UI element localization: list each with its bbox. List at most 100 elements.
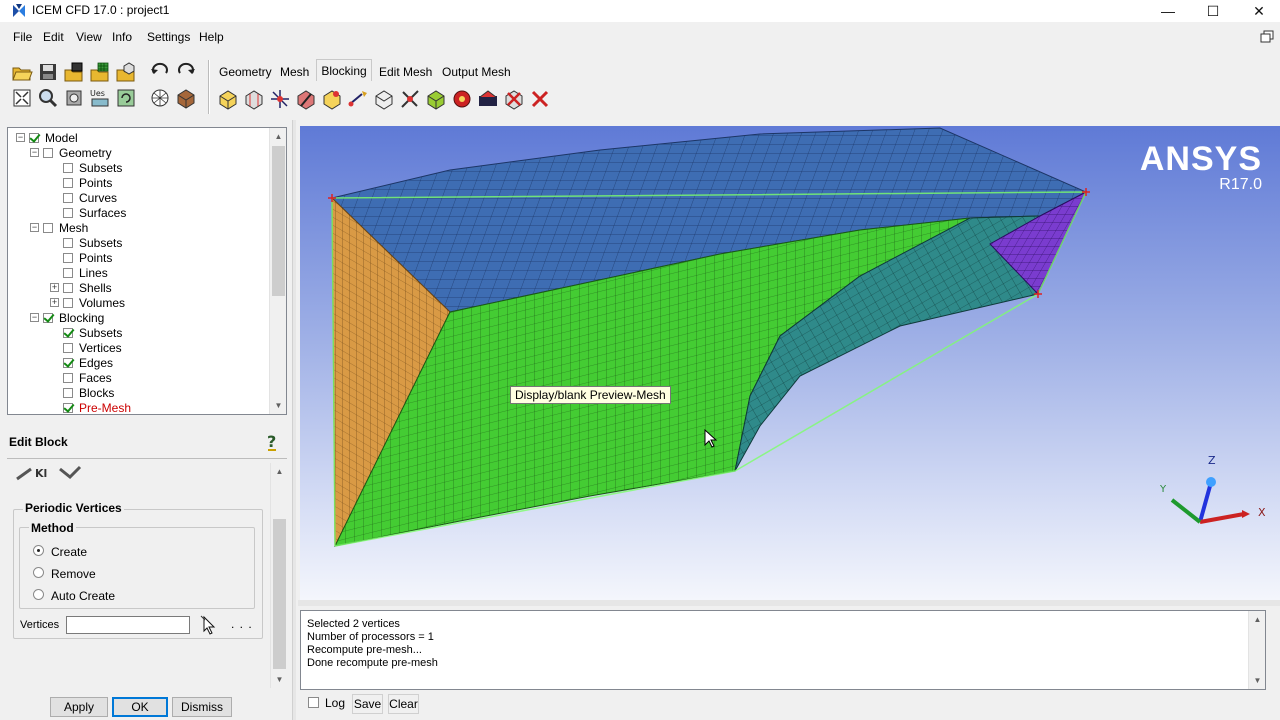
menu-edit[interactable]: Edit (43, 30, 64, 44)
scroll-up-icon[interactable]: ▲ (271, 463, 288, 480)
tree-item-vertices[interactable]: Vertices (50, 340, 122, 355)
dismiss-button[interactable]: Dismiss (172, 697, 232, 717)
tree-item-curves[interactable]: Curves (50, 190, 117, 205)
visibility-checkbox[interactable] (63, 357, 73, 368)
visibility-checkbox[interactable] (63, 372, 73, 383)
collapse-icon[interactable]: − (30, 313, 39, 322)
log-checkbox[interactable] (308, 697, 319, 708)
tree-item-volumes[interactable]: + Volumes (50, 295, 125, 310)
tree-item-subsets[interactable]: Subsets (50, 235, 122, 250)
method-create-label[interactable]: Create (51, 545, 87, 559)
apply-button[interactable]: Apply (50, 697, 108, 717)
select-cursor-icon[interactable] (200, 615, 218, 635)
clear-log-button[interactable]: Clear (388, 694, 419, 714)
method-auto-create-label[interactable]: Auto Create (51, 589, 115, 603)
edit-block-icon[interactable] (295, 88, 317, 110)
menu-help[interactable]: Help (199, 30, 224, 44)
collapse-icon[interactable]: − (16, 133, 25, 142)
ok-button[interactable]: OK (112, 697, 168, 717)
tree-item-points[interactable]: Points (50, 250, 112, 265)
visibility-checkbox[interactable] (43, 147, 53, 158)
open-mesh-icon[interactable] (89, 61, 111, 83)
tab-mesh[interactable]: Mesh (280, 61, 309, 83)
menu-info[interactable]: Info (112, 30, 132, 44)
merge-vertices-icon[interactable] (269, 88, 291, 110)
check-blocks-icon[interactable] (477, 88, 499, 110)
visibility-checkbox[interactable] (63, 207, 73, 218)
maximize-button[interactable]: ☐ (1190, 0, 1236, 22)
method-create-radio[interactable] (33, 545, 44, 556)
visibility-checkbox[interactable] (63, 237, 73, 248)
menu-view[interactable]: View (76, 30, 102, 44)
solid-view-icon[interactable] (149, 87, 171, 109)
method-auto-create-radio[interactable] (33, 589, 44, 600)
periodic-vertices-tool-icon[interactable]: Kl (15, 463, 91, 483)
tree-scrollbar[interactable]: ▲ ▼ (269, 128, 286, 414)
graphics-viewport[interactable]: ANSYS R17.0 Display/blank Preview-Mesh Z… (300, 126, 1280, 600)
pre-mesh-quality-icon[interactable] (451, 88, 473, 110)
restore-window-icon[interactable] (1260, 30, 1274, 44)
save-log-button[interactable]: Save (352, 694, 383, 714)
more-options-button[interactable]: . . . (231, 617, 253, 631)
move-vertex-icon[interactable] (347, 88, 369, 110)
scroll-up-icon[interactable]: ▲ (270, 128, 287, 145)
collapse-icon[interactable]: − (30, 148, 39, 157)
tree-item-blocking[interactable]: − Blocking (30, 310, 104, 325)
delete-vertex-icon[interactable] (529, 88, 551, 110)
minimize-button[interactable]: — (1145, 0, 1191, 22)
tree-item-surfaces[interactable]: Surfaces (50, 205, 126, 220)
expand-icon[interactable]: + (50, 298, 59, 307)
visibility-checkbox[interactable] (63, 327, 73, 338)
tab-output-mesh[interactable]: Output Mesh (442, 61, 511, 83)
tree-item-shells[interactable]: + Shells (50, 280, 112, 295)
tab-blocking[interactable]: Blocking (316, 59, 372, 81)
close-button[interactable]: ✕ (1236, 0, 1280, 22)
viewport-splitter[interactable] (298, 600, 1280, 606)
visibility-checkbox[interactable] (63, 192, 73, 203)
open-icon[interactable] (11, 61, 33, 83)
pre-mesh-params-icon[interactable] (425, 88, 447, 110)
tree-item-pre-mesh[interactable]: Pre-Mesh (50, 400, 131, 414)
tree-item-edges[interactable]: Edges (50, 355, 113, 370)
tree-item-subsets[interactable]: Subsets (50, 160, 122, 175)
tree-item-lines[interactable]: Lines (50, 265, 108, 280)
visibility-checkbox[interactable] (63, 297, 73, 308)
visibility-checkbox[interactable] (43, 222, 53, 233)
tree-item-model[interactable]: − Model (16, 130, 78, 145)
message-scrollbar[interactable]: ▲ ▼ (1248, 611, 1265, 689)
tab-geometry[interactable]: Geometry (219, 61, 272, 83)
visibility-checkbox[interactable] (43, 312, 53, 323)
panel-splitter[interactable] (292, 120, 296, 720)
menu-file[interactable]: File (13, 30, 32, 44)
edit-edge-icon[interactable] (399, 88, 421, 110)
scroll-down-icon[interactable]: ▼ (1249, 672, 1266, 689)
redo-icon[interactable] (175, 61, 197, 83)
scroll-down-icon[interactable]: ▼ (270, 397, 287, 414)
refresh-icon[interactable] (115, 87, 137, 109)
scroll-thumb[interactable] (272, 146, 285, 296)
log-label[interactable]: Log (325, 696, 345, 710)
tree-item-blocks[interactable]: Blocks (50, 385, 114, 400)
visibility-checkbox[interactable] (63, 177, 73, 188)
scroll-up-icon[interactable]: ▲ (1249, 611, 1266, 628)
tree-item-faces[interactable]: Faces (50, 370, 112, 385)
associate-icon[interactable] (321, 88, 343, 110)
scroll-down-icon[interactable]: ▼ (271, 671, 288, 688)
method-remove-radio[interactable] (33, 567, 44, 578)
save-icon[interactable] (37, 61, 59, 83)
expand-icon[interactable]: + (50, 283, 59, 292)
visibility-checkbox[interactable] (63, 267, 73, 278)
collapse-icon[interactable]: − (30, 223, 39, 232)
help-icon[interactable]: ? (264, 432, 280, 452)
measure-icon[interactable] (63, 87, 85, 109)
edit-panel-scrollbar[interactable]: ▲ ▼ (270, 463, 287, 688)
open-blocking-icon[interactable] (115, 61, 137, 83)
create-block-icon[interactable] (217, 88, 239, 110)
visibility-checkbox[interactable] (63, 162, 73, 173)
tree-item-points[interactable]: Points (50, 175, 112, 190)
delete-block-icon[interactable] (503, 88, 525, 110)
vertices-input[interactable] (66, 616, 190, 634)
menu-settings[interactable]: Settings (147, 30, 190, 44)
open-geometry-icon[interactable] (63, 61, 85, 83)
transform-blocks-icon[interactable] (373, 88, 395, 110)
